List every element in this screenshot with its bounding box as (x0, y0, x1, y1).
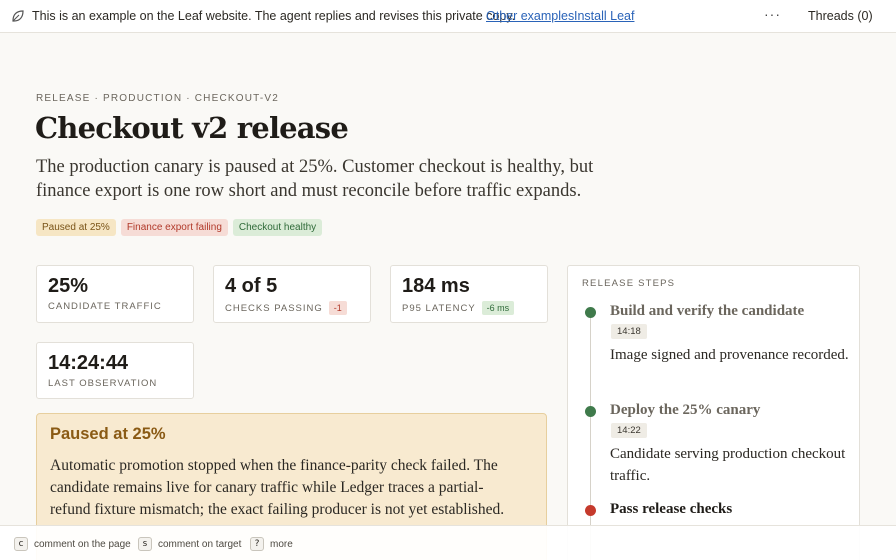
shortcut-key: ? (250, 537, 264, 551)
release-steps-title: RELEASE STEPS (582, 278, 676, 289)
shortcut-bar: c comment on the page s comment on targe… (0, 525, 896, 560)
example-banner: This is an example on the Leaf website. … (0, 0, 896, 33)
step-description: Image signed and provenance recorded. (610, 347, 849, 363)
install-leaf-link[interactable]: Install Leaf (574, 9, 634, 23)
delta-badge: -6 ms (481, 301, 515, 315)
step-done-icon (585, 307, 596, 318)
delta-badge: -1 (328, 301, 347, 315)
metric-label: CHECKS PASSING -1 (225, 301, 347, 315)
page-title: Checkout v2 release (35, 111, 349, 145)
status-badges: Paused at 25% Finance export failing Che… (36, 219, 323, 236)
metric-label: P95 LATENCY -6 ms (402, 301, 515, 315)
other-examples-link[interactable]: Other examples (486, 9, 574, 23)
metric-card-p95-latency: 184 ms P95 LATENCY -6 ms (390, 265, 548, 323)
metric-label: CANDIDATE TRAFFIC (48, 301, 162, 312)
metric-card-last-observation: 14:24:44 LAST OBSERVATION (36, 342, 194, 399)
step-time: 14:22 (611, 423, 647, 438)
shortcut-key: s (138, 537, 152, 551)
paused-callout-body: Automatic promotion stopped when the fin… (50, 457, 505, 518)
leaf-icon (11, 9, 25, 23)
shortcut-label: comment on the page (34, 538, 131, 550)
step-failed-icon (585, 505, 596, 516)
timeline-rail (590, 312, 591, 560)
step-title[interactable]: Build and verify the candidate (610, 303, 804, 320)
status-badge-paused: Paused at 25% (36, 219, 116, 236)
breadcrumb: RELEASE · PRODUCTION · CHECKOUT-V2 (36, 93, 280, 104)
step-title[interactable]: Deploy the 25% canary (610, 402, 760, 419)
step-done-icon (585, 406, 596, 417)
metric-value: 25% (48, 275, 89, 297)
threads-button[interactable]: Threads (0) (808, 9, 873, 23)
more-menu-button[interactable]: ··· (764, 6, 781, 22)
release-summary: The production canary is paused at 25%. … (36, 157, 594, 201)
metric-card-candidate-traffic: 25% CANDIDATE TRAFFIC (36, 265, 194, 323)
metric-label: LAST OBSERVATION (48, 378, 158, 389)
metric-value: 4 of 5 (225, 275, 278, 297)
shortcut-comment-page[interactable]: c comment on the page (14, 537, 131, 551)
release-steps-panel: RELEASE STEPS Build and verify the candi… (567, 265, 860, 560)
status-badge-finance-export: Finance export failing (120, 219, 228, 236)
shortcut-key: c (14, 537, 28, 551)
metric-card-checks-passing: 4 of 5 CHECKS PASSING -1 (213, 265, 371, 323)
metric-value: 184 ms (402, 275, 470, 297)
step-title[interactable]: Pass release checks (610, 501, 732, 518)
step-time: 14:18 (611, 324, 647, 339)
shortcut-label: comment on target (158, 538, 242, 550)
shortcut-comment-target[interactable]: s comment on target (138, 537, 241, 551)
shortcut-label: more (270, 538, 293, 550)
status-badge-checkout: Checkout healthy (232, 219, 323, 236)
metric-value: 14:24:44 (48, 352, 129, 374)
paused-callout-title: Paused at 25% (50, 425, 166, 443)
banner-text: This is an example on the Leaf website. … (32, 9, 516, 23)
shortcut-more[interactable]: ? more (250, 537, 293, 551)
step-description: Candidate serving production checkout tr… (610, 446, 846, 484)
